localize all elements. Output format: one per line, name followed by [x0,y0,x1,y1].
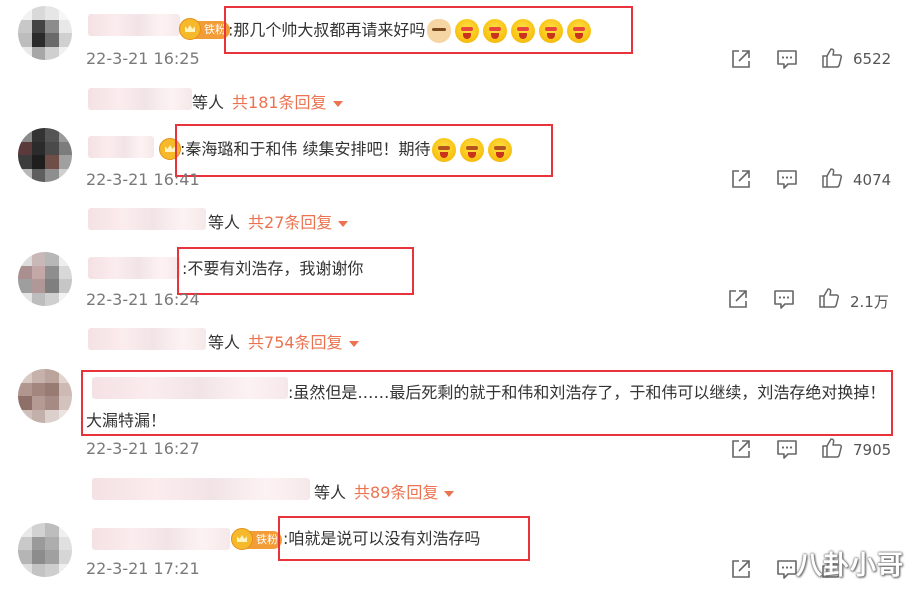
comment-item: 铁粉 :咱就是说可以没有刘浩存吗 22-3-21 17:21 [0,0,914,596]
watermark: 八卦小哥 [795,551,904,581]
crown-icon [231,528,253,550]
username[interactable] [92,528,230,550]
comment-icon[interactable] [776,558,798,580]
share-icon[interactable] [730,558,752,580]
highlight-box [278,516,530,561]
timestamp: 22-3-21 17:21 [86,559,200,578]
avatar[interactable] [18,523,72,577]
fan-badge: 铁粉 [231,528,282,550]
